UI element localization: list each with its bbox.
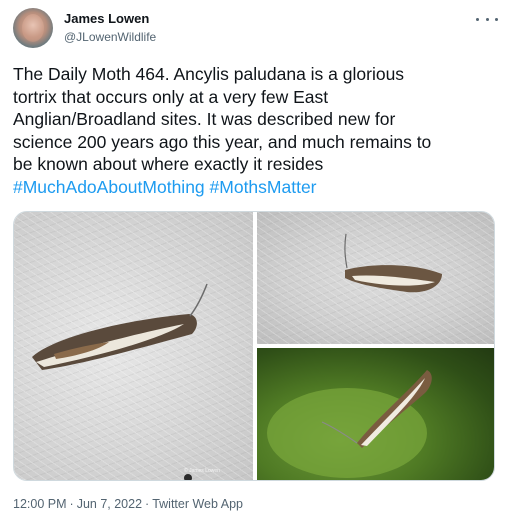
moth-illustration — [32, 283, 208, 480]
hashtag-line: #MuchAdoAboutMothing #MothsMatter — [13, 176, 498, 199]
avatar[interactable] — [13, 8, 53, 48]
hashtag-link[interactable]: #MothsMatter — [210, 177, 317, 197]
meta-separator: · — [145, 497, 150, 511]
meta-separator: · — [69, 497, 74, 511]
more-dot — [495, 17, 498, 21]
media-grid: © James Lowen — [13, 211, 495, 481]
moth-photo-3[interactable] — [257, 348, 494, 480]
tweet-date[interactable]: Jun 7, 2022 — [77, 497, 142, 511]
tweet-line: The Daily Moth 464. Ancylis paludana is … — [13, 64, 405, 84]
tweet-line: science 200 years ago this year, and muc… — [13, 131, 432, 152]
author-handle[interactable]: @JLowenWildlife — [64, 30, 156, 44]
author-name[interactable]: James Lowen — [64, 11, 149, 26]
tweet-time[interactable]: 12:00 PM — [13, 497, 67, 511]
moth-illustration — [344, 233, 442, 293]
tweet-text: The Daily Moth 464. Ancylis paludana is … — [13, 63, 498, 198]
moth-photo-2[interactable] — [257, 212, 494, 344]
tweet-meta: 12:00 PM · Jun 7, 2022 · Twitter Web App — [13, 497, 243, 511]
more-options-icon[interactable] — [476, 12, 498, 26]
moth-photo-1[interactable]: © James Lowen — [14, 212, 253, 480]
hashtag-link[interactable]: #MuchAdoAboutMothing — [13, 177, 205, 197]
photo-watermark: © James Lowen — [184, 468, 220, 474]
avatar-face — [22, 14, 44, 42]
moth-illustration — [267, 370, 432, 478]
tweet-source[interactable]: Twitter Web App — [152, 497, 243, 511]
more-dot — [485, 17, 489, 21]
tweet-line: Anglian/Broadland sites. It was describe… — [13, 109, 396, 129]
tweet-line: be known about where exactly it resides — [13, 154, 324, 174]
tweet-line: tortrix that occurs only at a very few E… — [13, 86, 329, 107]
more-dot — [476, 17, 479, 21]
